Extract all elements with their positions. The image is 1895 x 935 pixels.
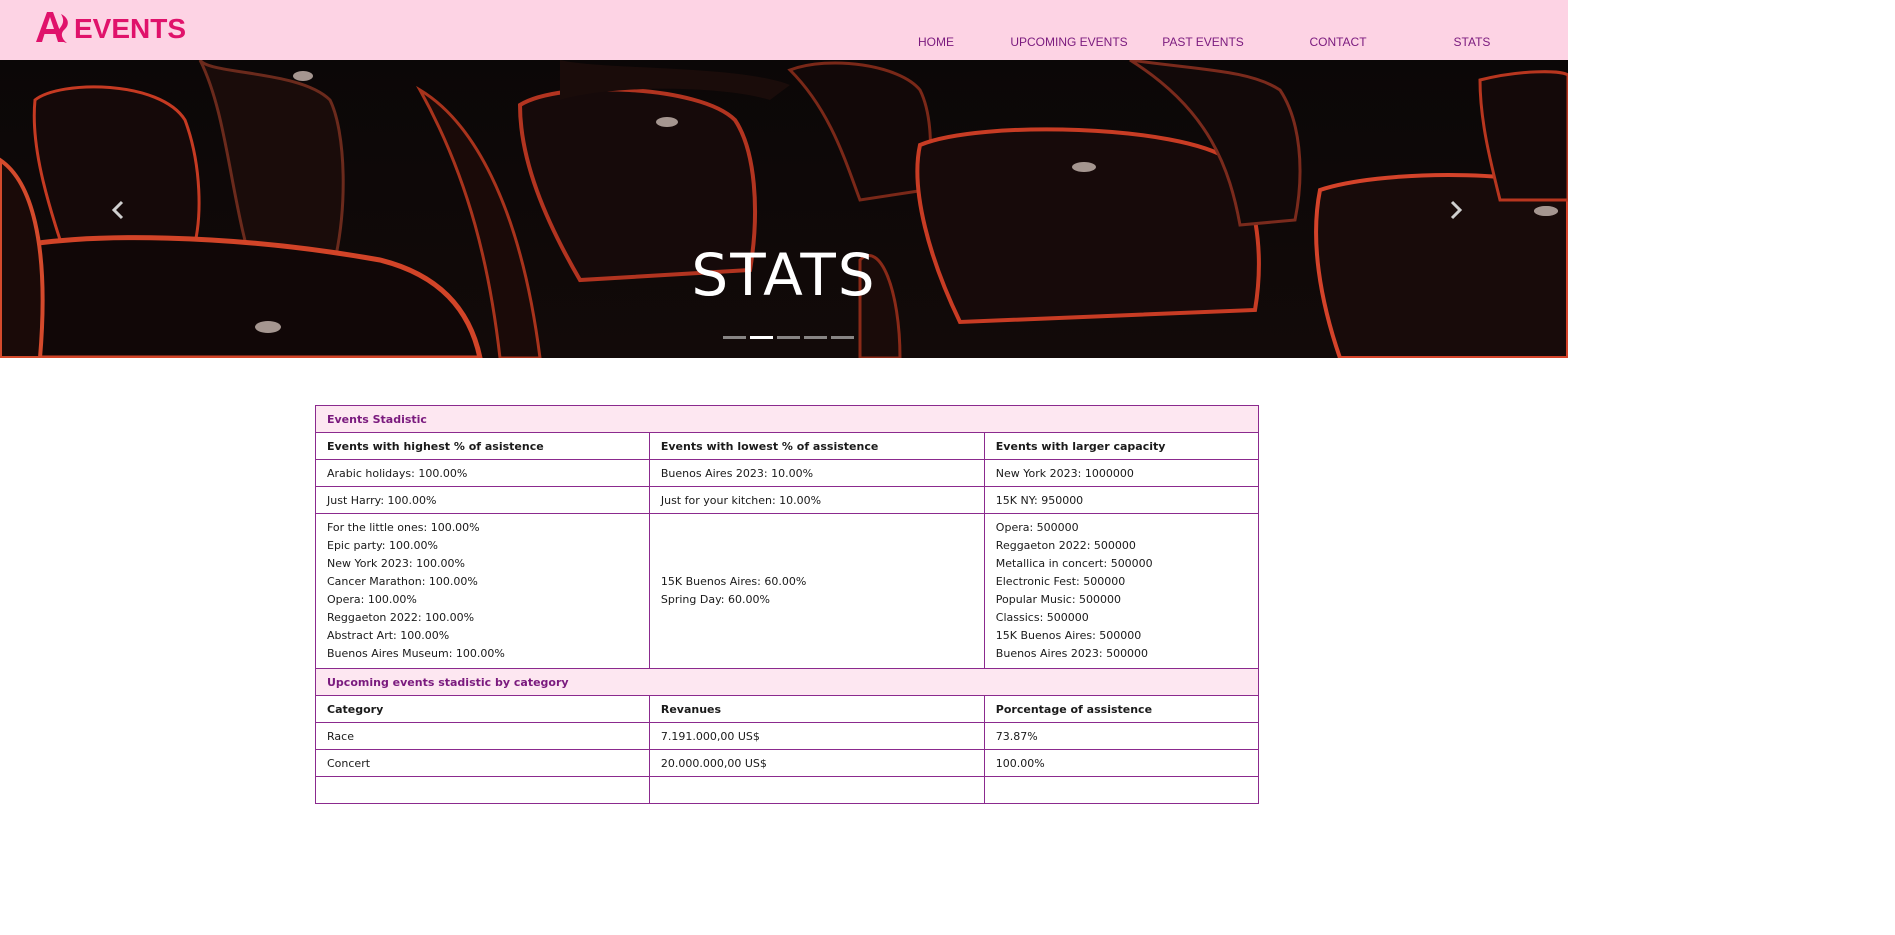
table-row: Arabic holidays: 100.00% Buenos Aires 20…	[315, 459, 1260, 487]
table-cell: Buenos Aires 2023: 10.00%	[648, 459, 985, 487]
table-cell-list: For the little ones: 100.00% Epic party:…	[315, 513, 650, 669]
nav-home[interactable]: HOME	[866, 35, 1006, 49]
list-item: Cancer Marathon: 100.00%	[327, 575, 478, 588]
hero-carousel: STATS	[0, 60, 1568, 358]
nav-links: HOME UPCOMING EVENTS PAST EVENTS CONTACT…	[0, 35, 1568, 53]
table-cell: 73.87%	[983, 722, 1260, 750]
table-cell: 20.000.000,00 US$	[648, 749, 985, 777]
table-row	[315, 776, 1260, 804]
carousel-indicator-5[interactable]	[831, 336, 854, 339]
list-item: Metallica in concert: 500000	[995, 557, 1153, 570]
table-cell	[315, 776, 650, 804]
list-item: 15K Buenos Aires: 500000	[995, 629, 1142, 642]
table-cell: Just for your kitchen: 10.00%	[648, 486, 985, 514]
carousel-indicator-3[interactable]	[777, 336, 800, 339]
list-item: Buenos Aires 2023: 500000	[995, 647, 1149, 660]
list-item: 15K Buenos Aires: 60.00%	[660, 575, 807, 588]
chevron-right-icon	[1450, 200, 1463, 220]
list-item: Popular Music: 500000	[995, 593, 1122, 606]
list-item: Opera: 500000	[995, 521, 1079, 534]
chevron-left-icon	[111, 200, 124, 220]
table-cell	[983, 776, 1260, 804]
table-cell: Concert	[315, 749, 650, 777]
header-highest-assistance: Events with highest % of asistence	[315, 432, 650, 460]
table-cell: 7.191.000,00 US$	[648, 722, 985, 750]
table-cell-list: 15K Buenos Aires: 60.00% Spring Day: 60.…	[648, 513, 985, 669]
table-cell: Race	[315, 722, 650, 750]
list-item: Reggaeton 2022: 100.00%	[327, 611, 475, 624]
carousel-indicator-2[interactable]	[750, 336, 773, 339]
nav-contact[interactable]: CONTACT	[1268, 35, 1408, 49]
table-row: Just Harry: 100.00% Just for your kitche…	[315, 486, 1260, 514]
hero-title: STATS	[691, 241, 877, 309]
list-item: Electronic Fest: 500000	[995, 575, 1126, 588]
list-item: Epic party: 100.00%	[327, 539, 438, 552]
nav-upcoming-events[interactable]: UPCOMING EVENTS	[999, 35, 1139, 49]
theater-seats-image	[0, 60, 1568, 358]
header-percentage-assistance: Porcentage of assistence	[983, 695, 1260, 723]
section-title-events-stadistic: Events Stadistic	[315, 405, 1259, 433]
table-cell-list: Opera: 500000 Reggaeton 2022: 500000 Met…	[983, 513, 1260, 669]
navbar: EVENTS HOME UPCOMING EVENTS PAST EVENTS …	[0, 0, 1568, 60]
header-larger-capacity: Events with larger capacity	[983, 432, 1260, 460]
list-item: New York 2023: 100.00%	[327, 557, 466, 570]
list-item: Classics: 500000	[995, 611, 1089, 624]
table-cell: Arabic holidays: 100.00%	[315, 459, 650, 487]
table-cell	[648, 776, 985, 804]
carousel-indicators	[723, 336, 854, 340]
list-item: Buenos Aires Museum: 100.00%	[327, 647, 505, 660]
table-cell: 15K NY: 950000	[983, 486, 1260, 514]
table-cell: Just Harry: 100.00%	[315, 486, 650, 514]
header-lowest-assistance: Events with lowest % of assistence	[648, 432, 985, 460]
list-item: Spring Day: 60.00%	[660, 593, 770, 606]
list-item: Abstract Art: 100.00%	[327, 629, 450, 642]
table-cell: New York 2023: 1000000	[983, 459, 1260, 487]
section-row: Upcoming events stadistic by category	[315, 668, 1259, 696]
section-title-upcoming-by-category: Upcoming events stadistic by category	[315, 668, 1259, 696]
list-item: For the little ones: 100.00%	[327, 521, 480, 534]
table-header-row: Category Revanues Porcentage of assisten…	[315, 695, 1260, 723]
table-row: Race 7.191.000,00 US$ 73.87%	[315, 722, 1260, 750]
nav-past-events[interactable]: PAST EVENTS	[1133, 35, 1273, 49]
section-row: Events Stadistic	[315, 405, 1259, 433]
table-cell: 100.00%	[983, 749, 1260, 777]
table-header-row: Events with highest % of asistence Event…	[315, 432, 1260, 460]
carousel-indicator-1[interactable]	[723, 336, 746, 339]
nav-stats[interactable]: STATS	[1402, 35, 1542, 49]
stats-table: Events Stadistic Events with highest % o…	[315, 405, 1260, 804]
table-row: Concert 20.000.000,00 US$ 100.00%	[315, 749, 1260, 777]
header-category: Category	[315, 695, 650, 723]
table-row-multi: For the little ones: 100.00% Epic party:…	[315, 513, 1260, 669]
carousel-prev-button[interactable]	[108, 198, 128, 222]
carousel-next-button[interactable]	[1446, 198, 1466, 222]
list-item: Reggaeton 2022: 500000	[995, 539, 1136, 552]
list-item: Opera: 100.00%	[327, 593, 417, 606]
header-revenues: Revanues	[648, 695, 985, 723]
carousel-indicator-4[interactable]	[804, 336, 827, 339]
